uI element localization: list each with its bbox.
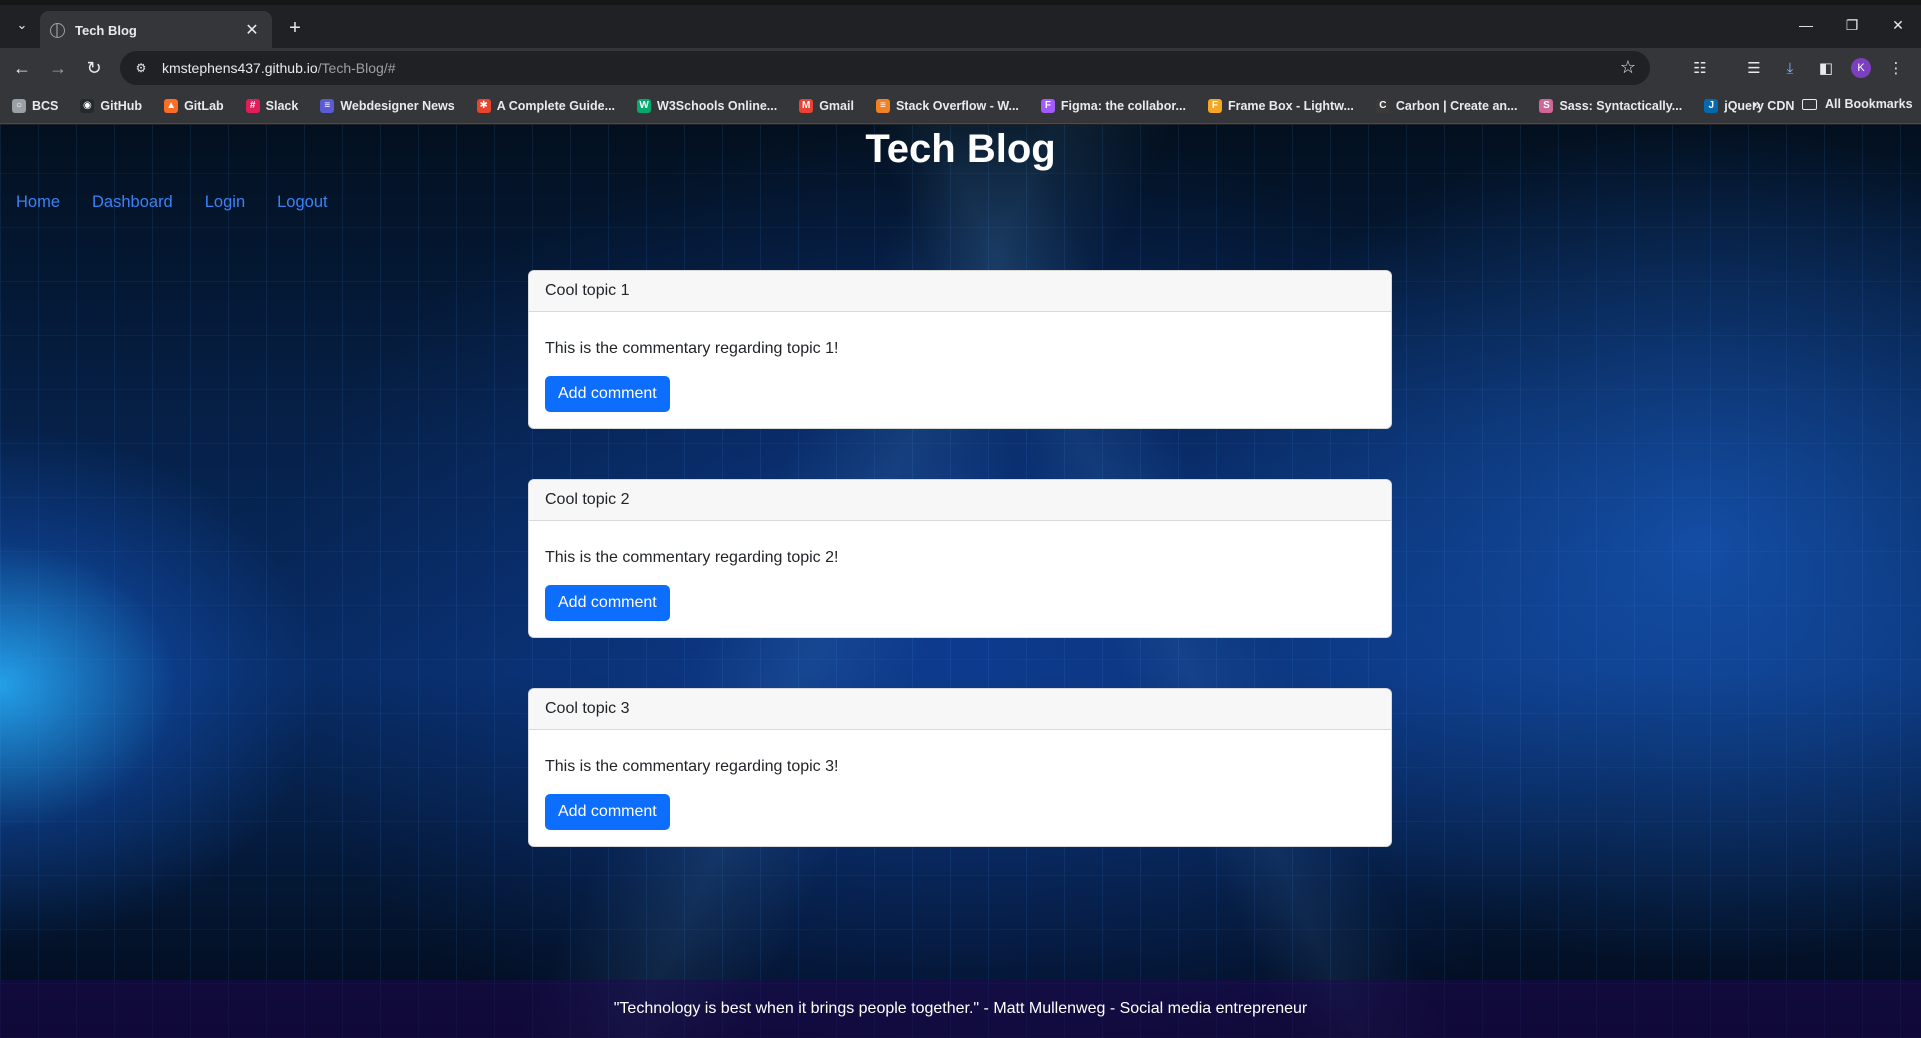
nav-logout-link[interactable]: Logout: [277, 193, 327, 212]
post-title: Cool topic 2: [529, 480, 1391, 521]
new-tab-icon[interactable]: +: [282, 15, 308, 41]
more-bookmarks-icon[interactable]: »: [1752, 96, 1761, 114]
close-icon[interactable]: ✕: [242, 20, 262, 40]
post-title: Cool topic 3: [529, 689, 1391, 730]
browser-toolbar: ← → ↻ ⚙ kmstephens437.github.io/Tech-Blo…: [0, 48, 1921, 88]
nav-dashboard-link[interactable]: Dashboard: [92, 193, 173, 212]
post-text: This is the commentary regarding topic 3…: [545, 758, 839, 775]
post-body: This is the commentary regarding topic 1…: [529, 312, 1391, 428]
bookmark-bcs[interactable]: ○ BCS: [12, 98, 58, 113]
add-comment-button[interactable]: Add comment: [545, 376, 670, 412]
bookmark-sass[interactable]: S Sass: Syntactically...: [1539, 98, 1682, 113]
tab-search-chevron-icon[interactable]: ⌄: [8, 11, 36, 39]
slack-icon: #: [245, 98, 260, 113]
add-comment-button[interactable]: Add comment: [545, 585, 670, 621]
side-panel-icon[interactable]: ◧: [1814, 56, 1838, 80]
post-body: This is the commentary regarding topic 3…: [529, 730, 1391, 846]
restore-icon[interactable]: ❐: [1829, 9, 1875, 41]
page-viewport: Tech Blog Home Dashboard Login Logout Co…: [0, 125, 1921, 1038]
bookmark-jquery[interactable]: JjQuery CDN: [1704, 98, 1794, 113]
all-bookmarks[interactable]: All Bookmarks: [1802, 97, 1913, 111]
github-icon: ◉: [80, 98, 95, 113]
post-text: This is the commentary regarding topic 1…: [545, 340, 839, 357]
bookmark-slack[interactable]: # Slack: [245, 98, 298, 113]
figma-icon: F: [1040, 98, 1055, 113]
bookmark-figma[interactable]: F Figma: the collabor...: [1040, 98, 1186, 113]
post-body: This is the commentary regarding topic 2…: [529, 521, 1391, 637]
globe-icon: [50, 22, 65, 38]
address-bar[interactable]: ⚙ kmstephens437.github.io/Tech-Blog/# ☆: [120, 51, 1650, 85]
gmail-icon: M: [799, 98, 814, 113]
webdesigner-news-icon: ≡: [320, 98, 335, 113]
bookmark-webdesigner-news[interactable]: ≡ Webdesigner News: [320, 98, 455, 113]
bookmark-css-guide[interactable]: ✱ A Complete Guide...: [476, 98, 615, 113]
post-card: Cool topic 1 This is the commentary rega…: [528, 270, 1392, 429]
media-controls-icon[interactable]: ☰: [1742, 56, 1766, 80]
post-card: Cool topic 2 This is the commentary rega…: [528, 479, 1392, 638]
globe-icon: ○: [12, 98, 26, 113]
bookmark-github[interactable]: ◉ GitHub: [80, 98, 142, 113]
carbon-icon: C: [1375, 98, 1390, 113]
bookmark-star-icon[interactable]: ☆: [1620, 57, 1636, 78]
bookmark-gitlab[interactable]: ▲ GitLab: [164, 98, 224, 113]
folder-icon: [1802, 98, 1817, 110]
url-path: /Tech-Blog/#: [317, 60, 396, 76]
back-arrow-icon[interactable]: ←: [8, 54, 36, 82]
bookmarks-bar: ○ BCS ◉ GitHub ▲ GitLab # Slack ≡ Webdesigner…: [0, 88, 1921, 124]
bookmark-framebox[interactable]: F Frame Box - Lightw...: [1207, 98, 1354, 113]
post-text: This is the commentary regarding topic 2…: [545, 549, 839, 566]
forward-arrow-icon[interactable]: →: [44, 54, 72, 82]
framebox-icon: F: [1207, 98, 1222, 113]
window-close-icon[interactable]: ✕: [1875, 9, 1921, 41]
extensions-icon[interactable]: ☷: [1688, 56, 1712, 80]
bookmark-stackoverflow[interactable]: ≡ Stack Overflow - W...: [875, 98, 1019, 113]
w3schools-icon: W: [637, 98, 652, 113]
menu-kebab-icon[interactable]: ⋮: [1884, 56, 1908, 80]
reload-icon[interactable]: ↻: [80, 54, 108, 82]
window-controls: — ❐ ✕: [1783, 9, 1921, 41]
tab-strip: ⌄ Tech Blog ✕ + — ❐ ✕: [0, 0, 1921, 49]
gitlab-icon: ▲: [164, 98, 179, 113]
site-title: Tech Blog: [865, 127, 1056, 171]
site-settings-icon[interactable]: ⚙: [132, 59, 150, 77]
profile-avatar[interactable]: K: [1851, 58, 1871, 78]
footer-quote: "Technology is best when it brings peopl…: [0, 980, 1921, 1038]
sass-icon: S: [1539, 98, 1554, 113]
url-host: kmstephens437.github.io: [162, 60, 318, 76]
post-card: Cool topic 3 This is the commentary rega…: [528, 688, 1392, 847]
bookmark-w3schools[interactable]: W W3Schools Online...: [637, 98, 777, 113]
bookmark-carbon[interactable]: C Carbon | Create an...: [1375, 98, 1517, 113]
minimize-icon[interactable]: —: [1783, 9, 1829, 41]
stackoverflow-icon: ≡: [875, 98, 890, 113]
jquery-icon: J: [1704, 98, 1719, 113]
bookmark-gmail[interactable]: M Gmail: [799, 98, 854, 113]
nav-login-link[interactable]: Login: [205, 193, 245, 212]
css-tricks-icon: ✱: [476, 98, 491, 113]
download-icon[interactable]: ⤓: [1778, 56, 1802, 80]
tab-title: Tech Blog: [75, 22, 137, 38]
site-nav: Home Dashboard Login Logout: [16, 193, 360, 212]
nav-home-link[interactable]: Home: [16, 193, 60, 212]
browser-tab[interactable]: Tech Blog ✕: [40, 11, 272, 49]
post-title: Cool topic 1: [529, 271, 1391, 312]
add-comment-button[interactable]: Add comment: [545, 794, 670, 830]
